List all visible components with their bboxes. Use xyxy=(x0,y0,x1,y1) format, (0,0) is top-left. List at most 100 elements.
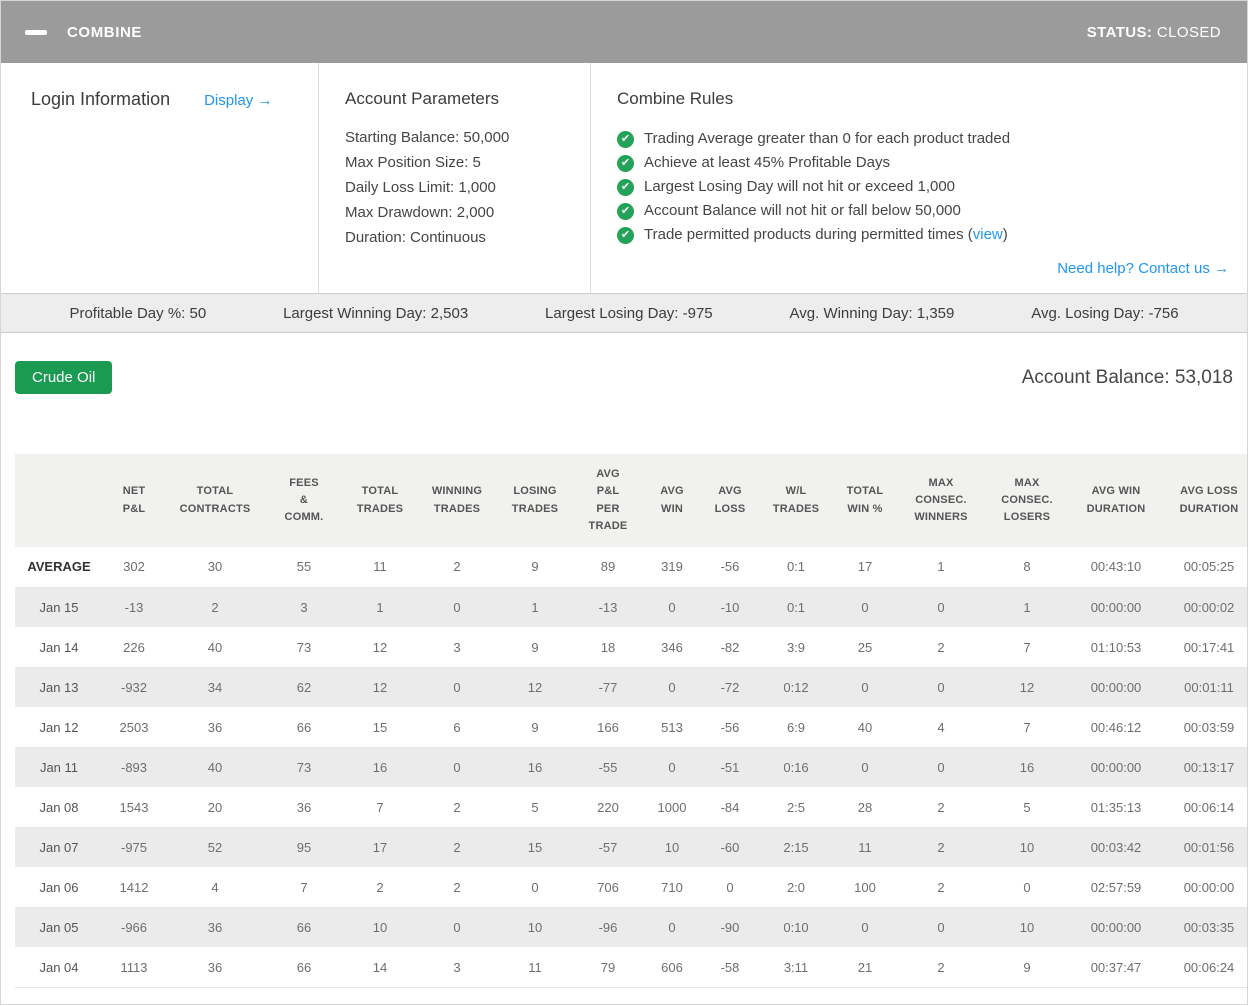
table-cell: -84 xyxy=(720,799,740,815)
table-cell: 0 xyxy=(861,679,869,695)
table-cell: 0 xyxy=(668,679,676,695)
table-cell: -55 xyxy=(598,759,618,775)
table-cell: 3 xyxy=(453,959,461,975)
table-cell: 302 xyxy=(123,559,145,575)
account-parameters-list: Starting Balance: 50,000 Max Position Siz… xyxy=(345,125,590,250)
status-value: CLOSED xyxy=(1156,23,1221,41)
rule-item: Trading Average greater than 0 for each … xyxy=(617,127,1231,151)
table-header-row: NET P&L TOTAL CONTRACTS FEES & COMM. TOTAL … xyxy=(15,454,1247,547)
table-cell: 0 xyxy=(1023,879,1031,895)
table-cell: 6 xyxy=(453,719,461,735)
table-cell: 12 xyxy=(372,639,388,655)
column-header: AVG LOSS DURATION xyxy=(1179,485,1239,515)
table-cell: 55 xyxy=(296,559,312,575)
table-cell: 9 xyxy=(531,719,539,735)
table-cell: 0 xyxy=(531,879,539,895)
table-cell: -932 xyxy=(120,679,148,695)
table-cell: 226 xyxy=(123,639,145,655)
table-cell: 36 xyxy=(207,919,223,935)
check-icon xyxy=(617,131,634,148)
table-cell: 18 xyxy=(600,639,616,655)
table-cell: 52 xyxy=(207,839,223,855)
column-header: NET P&L xyxy=(122,485,146,515)
table-cell: 4 xyxy=(211,879,219,895)
table-cell: 15 xyxy=(372,719,388,735)
column-header: LOSING TRADES xyxy=(511,485,559,515)
stats-bar: Profitable Day %: 50 Largest Winning Day:… xyxy=(1,293,1247,333)
column-header: AVG WIN xyxy=(660,485,684,515)
table-cell: 319 xyxy=(661,559,683,575)
table-cell: -966 xyxy=(120,919,148,935)
table-cell: 15 xyxy=(527,839,543,855)
table-cell: 10 xyxy=(1019,839,1035,855)
table-cell: 00:00:00 xyxy=(1090,919,1142,935)
table-cell: -90 xyxy=(720,919,740,935)
table-cell: -60 xyxy=(720,839,740,855)
table-cell: 25 xyxy=(857,639,873,655)
table-row: Jan 15 -13 2 3 1 0 1 -13 0 -10 0:1 0 0 1 00:00:00 00:00… xyxy=(15,587,1247,627)
combine-rules-section: Combine Rules Trading Average greater th… xyxy=(591,63,1247,293)
table-cell: 00:37:47 xyxy=(1090,959,1142,975)
table-cell: 79 xyxy=(600,959,616,975)
table-cell: 0 xyxy=(453,759,461,775)
product-button-crude-oil[interactable]: Crude Oil xyxy=(15,361,113,394)
table-row: Jan 11 -893 40 73 16 0 16 -55 0 -51 0:16 0 0 16 00:00:… xyxy=(15,747,1247,787)
table-cell: 14 xyxy=(372,959,388,975)
table-row: Jan 08 1543 20 36 7 2 5 220 1000 -84 2:5 28 2 5 01:35:… xyxy=(15,787,1247,827)
contact-us-link[interactable]: Need help? Contact us → xyxy=(1057,260,1229,277)
table-cell: 40 xyxy=(207,639,223,655)
table-body: AVERAGE 302 30 55 11 2 9 89 319 -56 0:1 17 1 8 00:43:1… xyxy=(15,547,1247,987)
rule-text: Account Balance will not hit or fall bel… xyxy=(644,202,961,219)
table-cell: 2 xyxy=(453,559,461,575)
table-cell: 9 xyxy=(531,559,539,575)
table-cell: 5 xyxy=(531,799,539,815)
table-cell: 0:16 xyxy=(783,759,809,775)
table-cell: 12 xyxy=(527,679,543,695)
account-parameter: Max Position Size: 5 xyxy=(345,154,481,171)
table-cell: 3:11 xyxy=(783,959,809,975)
table-cell: 606 xyxy=(661,959,683,975)
column-header: W/L TRADES xyxy=(772,485,820,515)
table-cell: 28 xyxy=(857,799,873,815)
table-cell: 34 xyxy=(207,679,223,695)
table-cell: 0:12 xyxy=(783,679,809,695)
table-cell: 00:00:02 xyxy=(1183,599,1235,615)
check-icon xyxy=(617,203,634,220)
table-cell: 30 xyxy=(207,559,223,575)
minimize-icon[interactable] xyxy=(25,29,47,35)
table-cell: 10 xyxy=(1019,919,1035,935)
table-cell: 21 xyxy=(857,959,873,975)
table-cell: 16 xyxy=(372,759,388,775)
table-cell: 7 xyxy=(300,879,308,895)
table-cell: -77 xyxy=(598,679,618,695)
column-header: AVG LOSS xyxy=(714,485,746,515)
column-header: AVG P&L PER TRADE xyxy=(588,468,628,532)
table-cell: 706 xyxy=(597,879,619,895)
status-badge: STATUS: CLOSED xyxy=(1087,24,1221,41)
table-cell: -975 xyxy=(120,839,148,855)
display-link[interactable]: Display → xyxy=(204,92,272,109)
titlebar: COMBINE STATUS: CLOSED xyxy=(1,1,1247,63)
table-cell: 0 xyxy=(937,599,945,615)
stat-item: Largest Losing Day: -975 xyxy=(545,304,713,322)
view-link[interactable]: view xyxy=(973,226,1003,243)
table-cell: -893 xyxy=(120,759,148,775)
table-cell: 2 xyxy=(937,639,945,655)
account-parameters-title: Account Parameters xyxy=(345,89,500,108)
table-cell: -13 xyxy=(124,599,144,615)
table-cell: 9 xyxy=(1023,959,1031,975)
table-cell: 2 xyxy=(453,799,461,815)
account-parameters-section: Account Parameters Starting Balance: 50,… xyxy=(319,63,591,293)
table-cell: -10 xyxy=(720,599,740,615)
check-icon xyxy=(617,227,634,244)
table-cell: -57 xyxy=(598,839,618,855)
table-cell: 40 xyxy=(207,759,223,775)
rule-text: Achieve at least 45% Profitable Days xyxy=(644,154,890,171)
table-cell: 0:10 xyxy=(783,919,809,935)
table-cell: 2 xyxy=(937,839,945,855)
table-cell: 00:00:00 xyxy=(1090,759,1142,775)
table-cell: 00:05:25 xyxy=(1183,559,1235,575)
table-cell: 10 xyxy=(664,839,680,855)
table-cell: 36 xyxy=(207,719,223,735)
table-cell: 02:57:59 xyxy=(1090,879,1142,895)
